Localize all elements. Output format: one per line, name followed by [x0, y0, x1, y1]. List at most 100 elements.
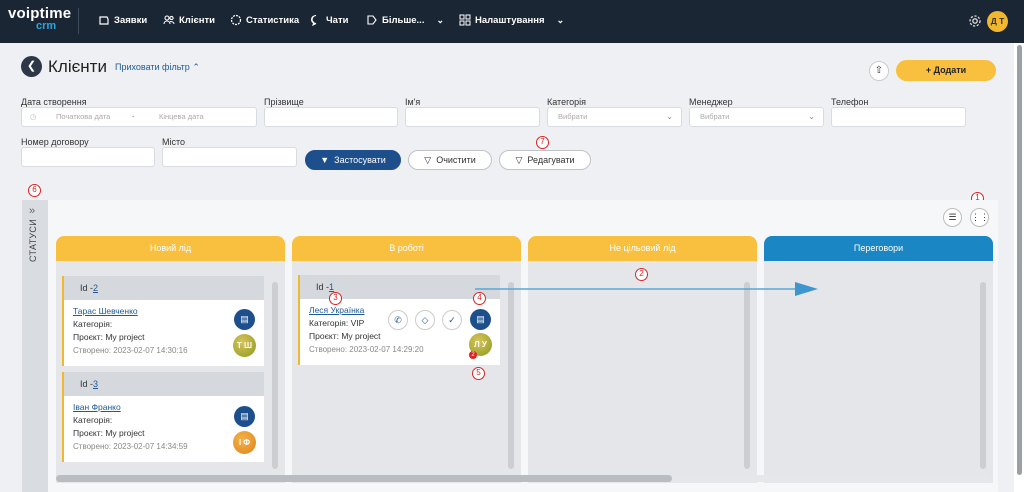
check-circle-icon: ✓	[448, 315, 456, 325]
logo-divider	[78, 8, 79, 34]
date-end-field[interactable]: Кінцева дата	[159, 108, 204, 126]
list-view-button[interactable]: ☰	[943, 208, 962, 227]
double-chevron-right-icon[interactable]: »	[29, 205, 35, 217]
chevron-up-icon: ⌃	[192, 62, 200, 72]
nav-more-label: Більше...	[382, 14, 425, 26]
date-range-dash: -	[132, 112, 135, 121]
category-select[interactable]: Вибрати ⌄	[547, 107, 682, 127]
nav-more[interactable]: Більше... ⌄	[366, 14, 444, 26]
column-scrollbar[interactable]	[272, 282, 278, 469]
nav-statistics[interactable]: Статистика	[230, 14, 299, 26]
phone-icon: ✆	[394, 315, 402, 325]
task-button[interactable]: ✓	[442, 310, 462, 330]
upload-cloud-icon: ⇧	[874, 65, 884, 76]
annotation-3: 3	[329, 292, 342, 305]
hide-filter-link[interactable]: Приховати фільтр ⌃	[115, 62, 200, 73]
phone-label: Телефон	[831, 97, 869, 107]
clear-filter-button[interactable]: ▽ Очистити	[408, 150, 492, 170]
annotation-6: 6	[28, 184, 41, 197]
surname-label: Прізвище	[264, 97, 304, 107]
board-horizontal-scrollbar-thumb[interactable]	[56, 475, 672, 482]
category-label: Категорія	[547, 97, 587, 107]
card-menu-button[interactable]: ▤	[470, 309, 491, 330]
card-header[interactable]: Id -2	[62, 276, 264, 300]
tag-icon	[367, 15, 377, 25]
annotation-2: 2	[635, 268, 648, 281]
notification-badge: 2	[469, 351, 477, 359]
chevron-down-icon: ⌄	[436, 14, 445, 25]
card-menu-button[interactable]: ▤	[234, 309, 255, 330]
nav-orders[interactable]: Заявки	[98, 14, 147, 26]
edit-filter-label: Редагувати	[527, 155, 575, 165]
voiptime-logo[interactable]: voiptime crm	[8, 6, 71, 32]
hide-filter-label: Приховати фільтр	[115, 62, 190, 72]
column-scrollbar[interactable]	[980, 282, 986, 469]
column-header-negotiations[interactable]: Переговори	[764, 236, 993, 261]
statuses-sidebar[interactable]: » СТАТУСИ	[22, 200, 48, 492]
nav-settings[interactable]: Налаштування ⌄	[459, 14, 564, 26]
card-id-prefix: Id -	[316, 282, 330, 292]
gear-icon[interactable]	[968, 14, 982, 28]
card-id-link[interactable]: 1	[329, 282, 334, 292]
card-menu-button[interactable]: ▤	[234, 406, 255, 427]
column-header-in-progress[interactable]: В роботі	[292, 236, 521, 261]
nav-clients[interactable]: Клієнти	[163, 14, 215, 26]
card-header[interactable]: Id -3	[62, 372, 264, 396]
manager-avatar[interactable]: І Ф	[233, 431, 256, 454]
card-menu-icon: ▤	[476, 314, 485, 324]
card-id-prefix: Id -	[80, 379, 94, 389]
users-icon	[163, 15, 175, 25]
board-horizontal-scrollbar[interactable]	[56, 475, 990, 482]
category-select-value: Вибрати	[558, 112, 588, 121]
surname-input[interactable]	[264, 107, 398, 127]
nav-orders-label: Заявки	[114, 14, 148, 26]
nav-statistics-label: Статистика	[246, 14, 300, 26]
columns-icon: ⋮⋮	[971, 212, 989, 222]
page-scrollbar[interactable]	[1014, 43, 1024, 492]
manager-select[interactable]: Вибрати ⌄	[689, 107, 824, 127]
back-button[interactable]: ❮	[21, 56, 42, 77]
manager-avatar[interactable]: Т Ш	[233, 334, 256, 357]
date-start-field[interactable]: Початкова дата	[56, 108, 110, 126]
phone-input[interactable]	[831, 107, 966, 127]
apply-filter-button[interactable]: ▼ Застосувати	[305, 150, 401, 170]
contract-number-input[interactable]	[21, 147, 155, 167]
column-scrollbar[interactable]	[508, 282, 514, 469]
card-id-link[interactable]: 2	[93, 283, 98, 293]
tag-button[interactable]: ◇	[415, 310, 435, 330]
upload-cloud-button[interactable]: ⇧	[869, 61, 889, 81]
card-menu-icon: ▤	[240, 314, 249, 324]
manager-select-value: Вибрати	[700, 112, 730, 121]
date-range-input[interactable]: ◷ Початкова дата - Кінцева дата	[21, 107, 257, 127]
manager-label: Менеджер	[689, 97, 733, 107]
page-title: Клієнти	[48, 57, 107, 76]
card-header[interactable]: Id -1	[298, 275, 500, 299]
tag-icon: ◇	[421, 315, 429, 325]
list-icon: ☰	[948, 212, 957, 222]
name-input[interactable]	[405, 107, 540, 127]
kanban-view-button[interactable]: ⋮⋮	[970, 208, 989, 227]
card-id-prefix: Id -	[80, 283, 94, 293]
client-card[interactable]: Тарас Шевченко Категорія: Проєкт: My pro…	[62, 300, 264, 366]
statistics-icon	[230, 14, 242, 26]
column-header-not-target[interactable]: Не цільовий лід	[528, 236, 757, 261]
chevron-down-icon: ⌄	[808, 112, 815, 121]
filter-edit-icon: ▽	[515, 155, 523, 165]
call-button[interactable]: ✆	[388, 310, 408, 330]
filter-icon: ▼	[320, 155, 330, 165]
column-header-new-lead[interactable]: Новий лід	[56, 236, 285, 261]
add-client-button[interactable]: + Додати	[896, 60, 996, 81]
user-avatar[interactable]: Д Т	[987, 11, 1008, 32]
page-scrollbar-thumb[interactable]	[1017, 45, 1022, 475]
nav-clients-label: Клієнти	[179, 14, 215, 26]
city-input[interactable]	[162, 147, 297, 167]
edit-filter-button[interactable]: ▽ Редагувати	[499, 150, 591, 170]
client-card[interactable]: Іван Франко Категорія: Проєкт: My projec…	[62, 396, 264, 462]
chevron-down-icon: ⌄	[556, 14, 565, 25]
chevron-down-icon: ⌄	[666, 112, 673, 121]
grid-icon	[459, 14, 471, 26]
drag-arrow-icon	[475, 282, 818, 296]
card-id-link[interactable]: 3	[93, 379, 98, 389]
nav-chats[interactable]: Чати	[310, 14, 348, 26]
column-scrollbar[interactable]	[744, 282, 750, 469]
